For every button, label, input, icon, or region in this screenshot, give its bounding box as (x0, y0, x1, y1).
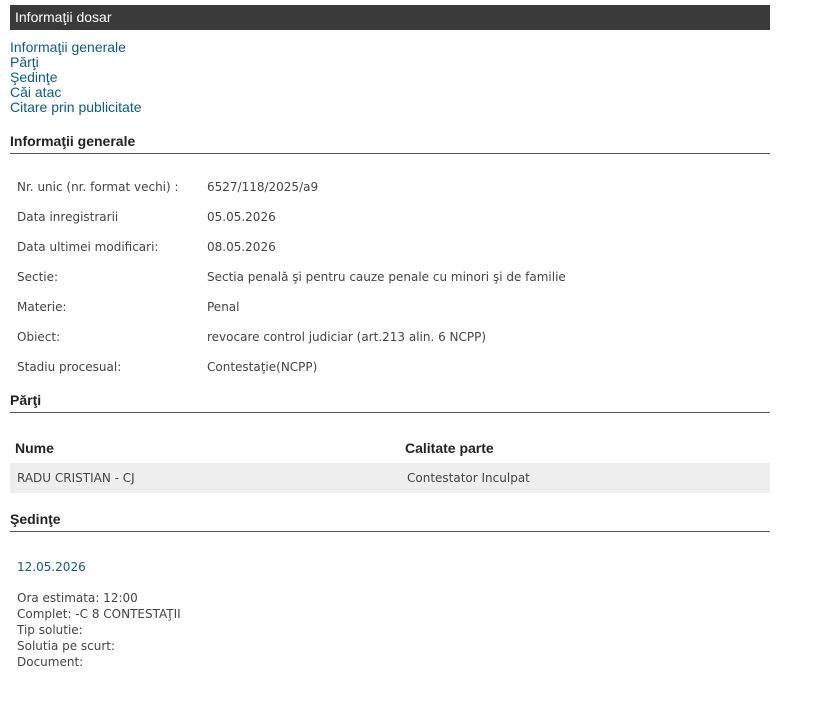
info-label: Nr. unic (nr. format vechi) : (17, 180, 179, 194)
info-row-materie: Materie: Penal (10, 292, 566, 322)
info-row-obiect: Obiect: revocare control judiciar (art.2… (10, 322, 566, 352)
dosar-page: Informaţii dosar Informaţii generale Păr… (10, 5, 770, 670)
parte-nume: RADU CRISTIAN - CJ (10, 463, 400, 493)
info-row-data-inregistrarii: Data inregistrarii 05.05.2026 (10, 202, 566, 232)
hearing-complet: Complet: -C 8 CONTESTAŢII (17, 607, 181, 621)
info-row-data-ultimei-modificari: Data ultimei modificari: 08.05.2026 (10, 232, 566, 262)
nav-link-sedinte[interactable]: Şedinţe (10, 70, 770, 85)
info-value: 05.05.2026 (207, 210, 276, 224)
parti-table: Nume Calitate parte RADU CRISTIAN - CJ C… (10, 433, 770, 493)
table-row: RADU CRISTIAN - CJ Contestator Inculpat (10, 463, 770, 493)
column-header-nume: Nume (15, 440, 54, 456)
general-info-table: Nr. unic (nr. format vechi) : 6527/118/2… (10, 172, 566, 382)
nav-link-parti[interactable]: Părţi (10, 55, 770, 70)
info-row-nr-unic: Nr. unic (nr. format vechi) : 6527/118/2… (10, 172, 566, 202)
info-value: revocare control judiciar (art.213 alin.… (207, 330, 487, 344)
info-label: Data ultimei modificari: (17, 240, 159, 254)
parti-header-row: Nume Calitate parte (10, 433, 770, 463)
hearing-ora-estimata: Ora estimata: 12:00 (17, 591, 138, 605)
info-label: Stadiu procesual: (17, 360, 122, 374)
info-value: 6527/118/2025/a9 (207, 180, 319, 194)
column-header-calitate-parte: Calitate parte (405, 440, 494, 456)
parte-calitate: Contestator Inculpat (400, 463, 770, 493)
nav-link-citare-prin-publicitate[interactable]: Citare prin publicitate (10, 100, 770, 115)
nav-link-cai-atac[interactable]: Căi atac (10, 85, 770, 100)
hearing-tip-solutie: Tip solutie: (17, 623, 83, 637)
nav-link-informatii-generale[interactable]: Informaţii generale (10, 40, 770, 55)
hearing-entry: 12.05.2026 Ora estimata: 12:00 Complet: … (10, 560, 770, 670)
info-label: Sectie: (17, 270, 59, 284)
page-title-bar: Informaţii dosar (10, 5, 770, 30)
info-label: Data inregistrarii (17, 210, 119, 224)
info-value: Contestaţie(NCPP) (207, 360, 318, 374)
info-label: Obiect: (17, 330, 61, 344)
page-title: Informaţii dosar (15, 9, 112, 25)
info-row-sectie: Sectie: Sectia penală şi pentru cauze pe… (10, 262, 566, 292)
info-value: Sectia penală şi pentru cauze penale cu … (207, 270, 566, 284)
hearing-solutia-pe-scurt: Solutia pe scurt: (17, 639, 116, 653)
section-heading-parti: Părţi (10, 392, 770, 413)
info-value: Penal (207, 300, 240, 314)
info-value: 08.05.2026 (207, 240, 276, 254)
info-label: Materie: (17, 300, 67, 314)
section-nav: Informaţii generale Părţi Şedinţe Căi at… (10, 40, 770, 115)
section-heading-informatii-generale: Informaţii generale (10, 133, 770, 154)
info-row-stadiu-procesual: Stadiu procesual: Contestaţie(NCPP) (10, 352, 566, 382)
hearing-date: 12.05.2026 (17, 560, 86, 574)
hearing-document: Document: (17, 655, 84, 669)
section-heading-sedinte: Şedinţe (10, 511, 770, 532)
